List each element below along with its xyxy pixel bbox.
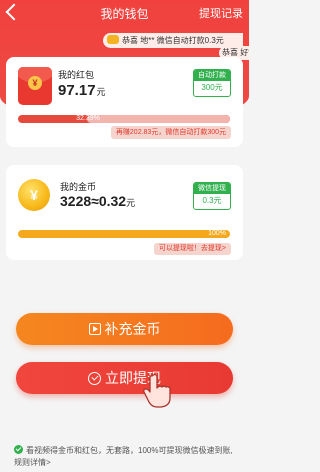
recharge-button-label: 补充金币	[104, 321, 161, 337]
check-circle-icon	[88, 372, 101, 385]
withdraw-records-link[interactable]: 提现记录	[199, 5, 243, 21]
ticker-text: 恭喜 地** 微信自动打款0.3元	[122, 36, 224, 45]
red-envelope-label: 我的红包	[58, 70, 95, 80]
ticker-text-next: 恭喜 好*	[222, 48, 249, 57]
check-icon	[14, 445, 23, 454]
red-envelope-amount: 97.17元	[58, 82, 106, 99]
red-envelope-icon: ¥	[18, 67, 52, 105]
rules-footnote[interactable]: 看视频得金币和红包，无套路，100%可提现微信极速到账,规则详情>	[14, 445, 239, 469]
recharge-coins-button[interactable]: 补充金币	[16, 313, 233, 345]
red-envelope-card: ¥ 我的红包 97.17元 自动打款 300元 32.39% 再赚202.83元…	[6, 57, 243, 147]
gold-coin-icon: ¥	[18, 179, 50, 211]
red-envelope-tip: 再赚202.83元，微信自动打款300元	[110, 126, 231, 139]
pointing-hand-icon	[143, 373, 171, 408]
go-withdraw-link[interactable]: 可以提现啦！去提现>	[153, 243, 231, 255]
footnote-text: 看视频得金币和红包，无套路，100%可提现微信极速到账,规则详情>	[14, 446, 233, 467]
red-envelope-progress: 32.39%	[18, 115, 230, 123]
gold-progress-text: 100%	[208, 230, 226, 237]
top-bar: 我的钱包 提现记录	[0, 0, 249, 26]
gold-progress: 100%	[18, 230, 230, 238]
gold-progress-fill	[18, 230, 230, 238]
withdraw-now-button[interactable]: 立即提现	[16, 362, 233, 394]
gold-coin-card: ¥ 我的金币 3228≈0.32元 微信提现 0.3元 100% 可以提现啦！去…	[6, 165, 243, 260]
video-play-icon	[88, 323, 101, 335]
auto-pay-badge: 自动打款 300元	[193, 69, 231, 97]
wechat-withdraw-badge: 微信提现 0.3元	[193, 182, 231, 210]
money-icon	[107, 35, 119, 44]
gold-amount: 3228≈0.32元	[60, 193, 136, 209]
auto-pay-label: 自动打款	[194, 70, 230, 81]
gold-label: 我的金币	[60, 182, 97, 192]
auto-pay-value: 300元	[201, 83, 223, 92]
red-envelope-progress-text: 32.39%	[76, 115, 100, 122]
wechat-withdraw-value: 0.3元	[202, 196, 222, 205]
wechat-withdraw-label: 微信提现	[194, 183, 230, 194]
